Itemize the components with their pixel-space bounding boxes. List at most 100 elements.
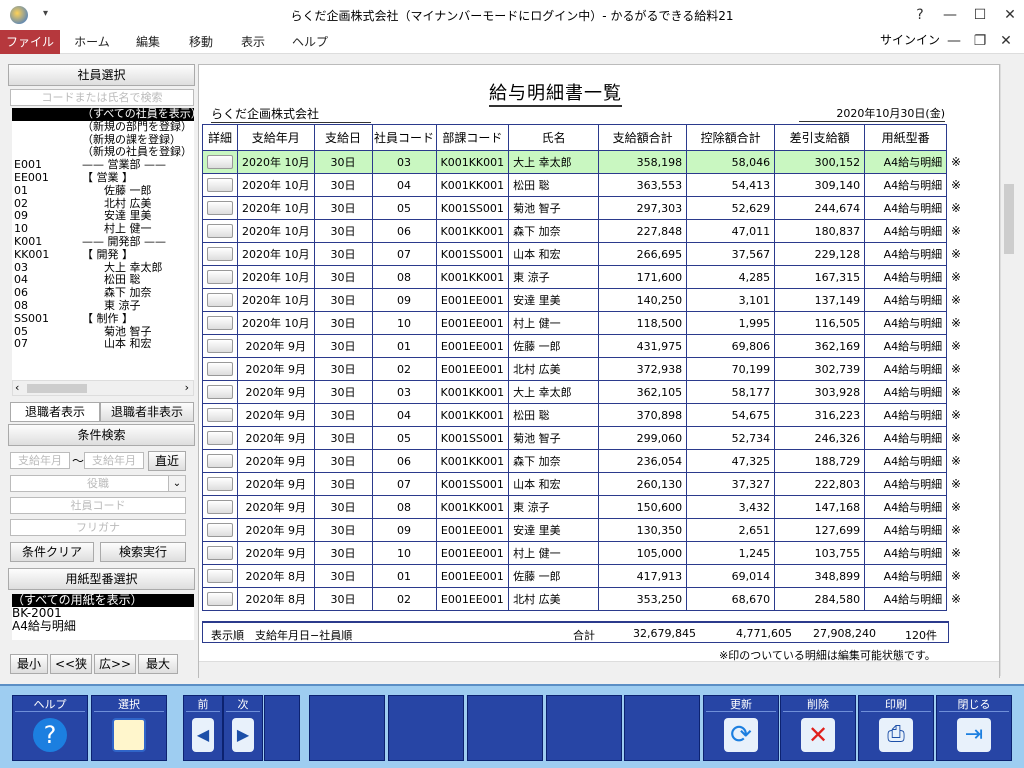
- table-row[interactable]: 2020年 10月 30日 08 K001KK001 東 涼子 171,600 4,285 1…: [202, 265, 948, 289]
- scroll-thumb[interactable]: [27, 384, 87, 393]
- table-row[interactable]: 2020年 10月 30日 04 K001KK001 松田 聡 363,553 54,413…: [202, 173, 948, 197]
- horizontal-scrollbar[interactable]: [199, 661, 999, 678]
- menu-edit[interactable]: 編集: [122, 30, 174, 54]
- table-row[interactable]: 2020年 9月 30日 08 K001KK001 東 涼子 150,600 3,432 14…: [202, 495, 948, 519]
- table-row[interactable]: 2020年 10月 30日 07 K001SS001 山本 和宏 266,695 37,56…: [202, 242, 948, 266]
- vertical-scrollbar[interactable]: [1000, 64, 1017, 676]
- condition-search-header[interactable]: 条件検索: [8, 424, 195, 446]
- column-header[interactable]: 支給額合計: [598, 124, 688, 151]
- table-row[interactable]: 2020年 10月 30日 06 K001KK001 森下 加奈 227,848 47,01…: [202, 219, 948, 243]
- close-button[interactable]: ✕: [996, 2, 1024, 28]
- table-row[interactable]: 2020年 8月 30日 02 E001EE001 北村 広美 353,250 68,670…: [202, 587, 948, 611]
- detail-button[interactable]: [207, 569, 233, 583]
- table-row[interactable]: 2020年 10月 30日 05 K001SS001 菊池 智子 297,303 52,62…: [202, 196, 948, 220]
- table-row[interactable]: 2020年 9月 30日 04 K001KK001 松田 聡 370,898 54,675 3…: [202, 403, 948, 427]
- employee-search-input[interactable]: コードまたは氏名で検索: [10, 89, 194, 106]
- employee-tree[interactable]: （すべての社員を表示） （新規の部門を登録） （新規の課を登録） （新規の社員を登録）…: [12, 108, 194, 380]
- menu-move[interactable]: 移動: [176, 30, 226, 54]
- detail-button[interactable]: [207, 500, 233, 514]
- detail-button[interactable]: [207, 155, 233, 169]
- blank-key[interactable]: [264, 695, 300, 761]
- detail-button[interactable]: [207, 339, 233, 353]
- detail-button[interactable]: [207, 431, 233, 445]
- tree-item[interactable]: （すべての社員を表示）: [12, 108, 194, 121]
- blank-key[interactable]: [309, 695, 385, 761]
- retired-hide-tab[interactable]: 退職者非表示: [100, 402, 194, 422]
- scroll-right-icon[interactable]: ›: [185, 381, 189, 394]
- condition-clear-button[interactable]: 条件クリア: [10, 542, 94, 562]
- table-row[interactable]: 2020年 9月 30日 10 E001EE001 村上 健一 105,000 1,245 1…: [202, 541, 948, 565]
- maximize-button[interactable]: ☐: [966, 2, 994, 28]
- menu-help[interactable]: ヘルプ: [282, 30, 338, 54]
- search-execute-button[interactable]: 検索実行: [100, 542, 186, 562]
- menu-home[interactable]: ホーム: [64, 30, 120, 54]
- ribbon-minimize-button[interactable]: —: [940, 28, 968, 54]
- tree-item[interactable]: KK001 【 開発 】: [12, 248, 194, 262]
- next-key[interactable]: 次 ▶: [223, 695, 263, 761]
- employee-select-header[interactable]: 社員選択: [8, 64, 195, 86]
- table-row[interactable]: 2020年 9月 30日 06 K001KK001 森下 加奈 236,054 47,325…: [202, 449, 948, 473]
- column-header[interactable]: 差引支給額: [774, 124, 866, 151]
- tree-item[interactable]: （新規の部門を登録）: [12, 120, 194, 134]
- blank-key[interactable]: [546, 695, 622, 761]
- minimize-button[interactable]: —: [936, 2, 964, 28]
- position-select[interactable]: 役職: [10, 475, 186, 492]
- kana-input[interactable]: フリガナ: [10, 519, 186, 536]
- select-key[interactable]: 選択: [91, 695, 167, 761]
- zoom-max-button[interactable]: 最大: [138, 654, 178, 674]
- paper-select-header[interactable]: 用紙型番選択: [8, 568, 195, 590]
- scroll-left-icon[interactable]: ‹: [15, 381, 19, 394]
- detail-button[interactable]: [207, 477, 233, 491]
- tree-item[interactable]: EE001 【 営業 】: [12, 171, 194, 185]
- ribbon-close-button[interactable]: ✕: [992, 28, 1020, 54]
- detail-button[interactable]: [207, 270, 233, 284]
- table-row[interactable]: 2020年 9月 30日 05 K001SS001 菊池 智子 299,060 52,734…: [202, 426, 948, 450]
- column-header[interactable]: 支給年月: [237, 124, 315, 151]
- tree-item[interactable]: 01 佐藤 一郎: [12, 184, 194, 198]
- blank-key[interactable]: [624, 695, 700, 761]
- chevron-down-icon[interactable]: ⌄: [168, 475, 186, 492]
- column-header[interactable]: 部課コード: [435, 124, 510, 151]
- vertical-scroll-thumb[interactable]: [1004, 184, 1014, 254]
- print-key[interactable]: 印刷 ⎙: [858, 695, 934, 761]
- blank-key[interactable]: [388, 695, 464, 761]
- zoom-min-button[interactable]: 最小: [10, 654, 48, 674]
- blank-key[interactable]: [467, 695, 543, 761]
- detail-button[interactable]: [207, 523, 233, 537]
- detail-button[interactable]: [207, 247, 233, 261]
- delete-key[interactable]: 削除 ✕: [780, 695, 856, 761]
- prev-key[interactable]: 前 ◀: [183, 695, 223, 761]
- detail-button[interactable]: [207, 362, 233, 376]
- detail-button[interactable]: [207, 454, 233, 468]
- detail-button[interactable]: [207, 201, 233, 215]
- paper-item[interactable]: A4給与明細: [12, 620, 194, 633]
- column-header[interactable]: 氏名: [508, 124, 600, 151]
- detail-button[interactable]: [207, 592, 233, 606]
- detail-button[interactable]: [207, 224, 233, 238]
- detail-button[interactable]: [207, 293, 233, 307]
- column-header[interactable]: 支給日: [313, 124, 373, 151]
- table-row[interactable]: 2020年 8月 30日 01 E001EE001 佐藤 一郎 417,913 69,014…: [202, 564, 948, 588]
- tree-hscrollbar[interactable]: ‹ ›: [12, 380, 194, 396]
- retired-show-tab[interactable]: 退職者表示: [10, 402, 100, 422]
- tree-item[interactable]: SS001 【 制作 】: [12, 312, 194, 326]
- detail-button[interactable]: [207, 385, 233, 399]
- menu-view[interactable]: 表示: [228, 30, 278, 54]
- table-row[interactable]: 2020年 9月 30日 07 K001SS001 山本 和宏 260,130 37,327…: [202, 472, 948, 496]
- table-row[interactable]: 2020年 10月 30日 09 E001EE001 安達 里美 140,250 3,101…: [202, 288, 948, 312]
- column-header[interactable]: 詳細: [202, 124, 238, 151]
- employee-code-input[interactable]: 社員コード: [10, 497, 186, 514]
- zoom-narrow-button[interactable]: <<狭: [50, 654, 92, 674]
- ribbon-restore-button[interactable]: ❐: [966, 28, 994, 54]
- tree-item[interactable]: 08 東 涼子: [12, 299, 194, 313]
- column-header[interactable]: 用紙型番: [864, 124, 948, 151]
- recent-button[interactable]: 直近: [148, 451, 186, 471]
- table-row[interactable]: 2020年 9月 30日 09 E001EE001 安達 里美 130,350 2,651 1…: [202, 518, 948, 542]
- tree-item[interactable]: 07 山本 和宏: [12, 338, 194, 351]
- pay-month-to-input[interactable]: 支給年月: [84, 452, 144, 469]
- help-key[interactable]: ヘルプ?: [12, 695, 88, 761]
- help-icon[interactable]: ?: [906, 2, 934, 28]
- table-row[interactable]: 2020年 9月 30日 02 E001EE001 北村 広美 372,938 70,199…: [202, 357, 948, 381]
- column-header[interactable]: 控除額合計: [686, 124, 776, 151]
- pay-month-from-input[interactable]: 支給年月: [10, 452, 70, 469]
